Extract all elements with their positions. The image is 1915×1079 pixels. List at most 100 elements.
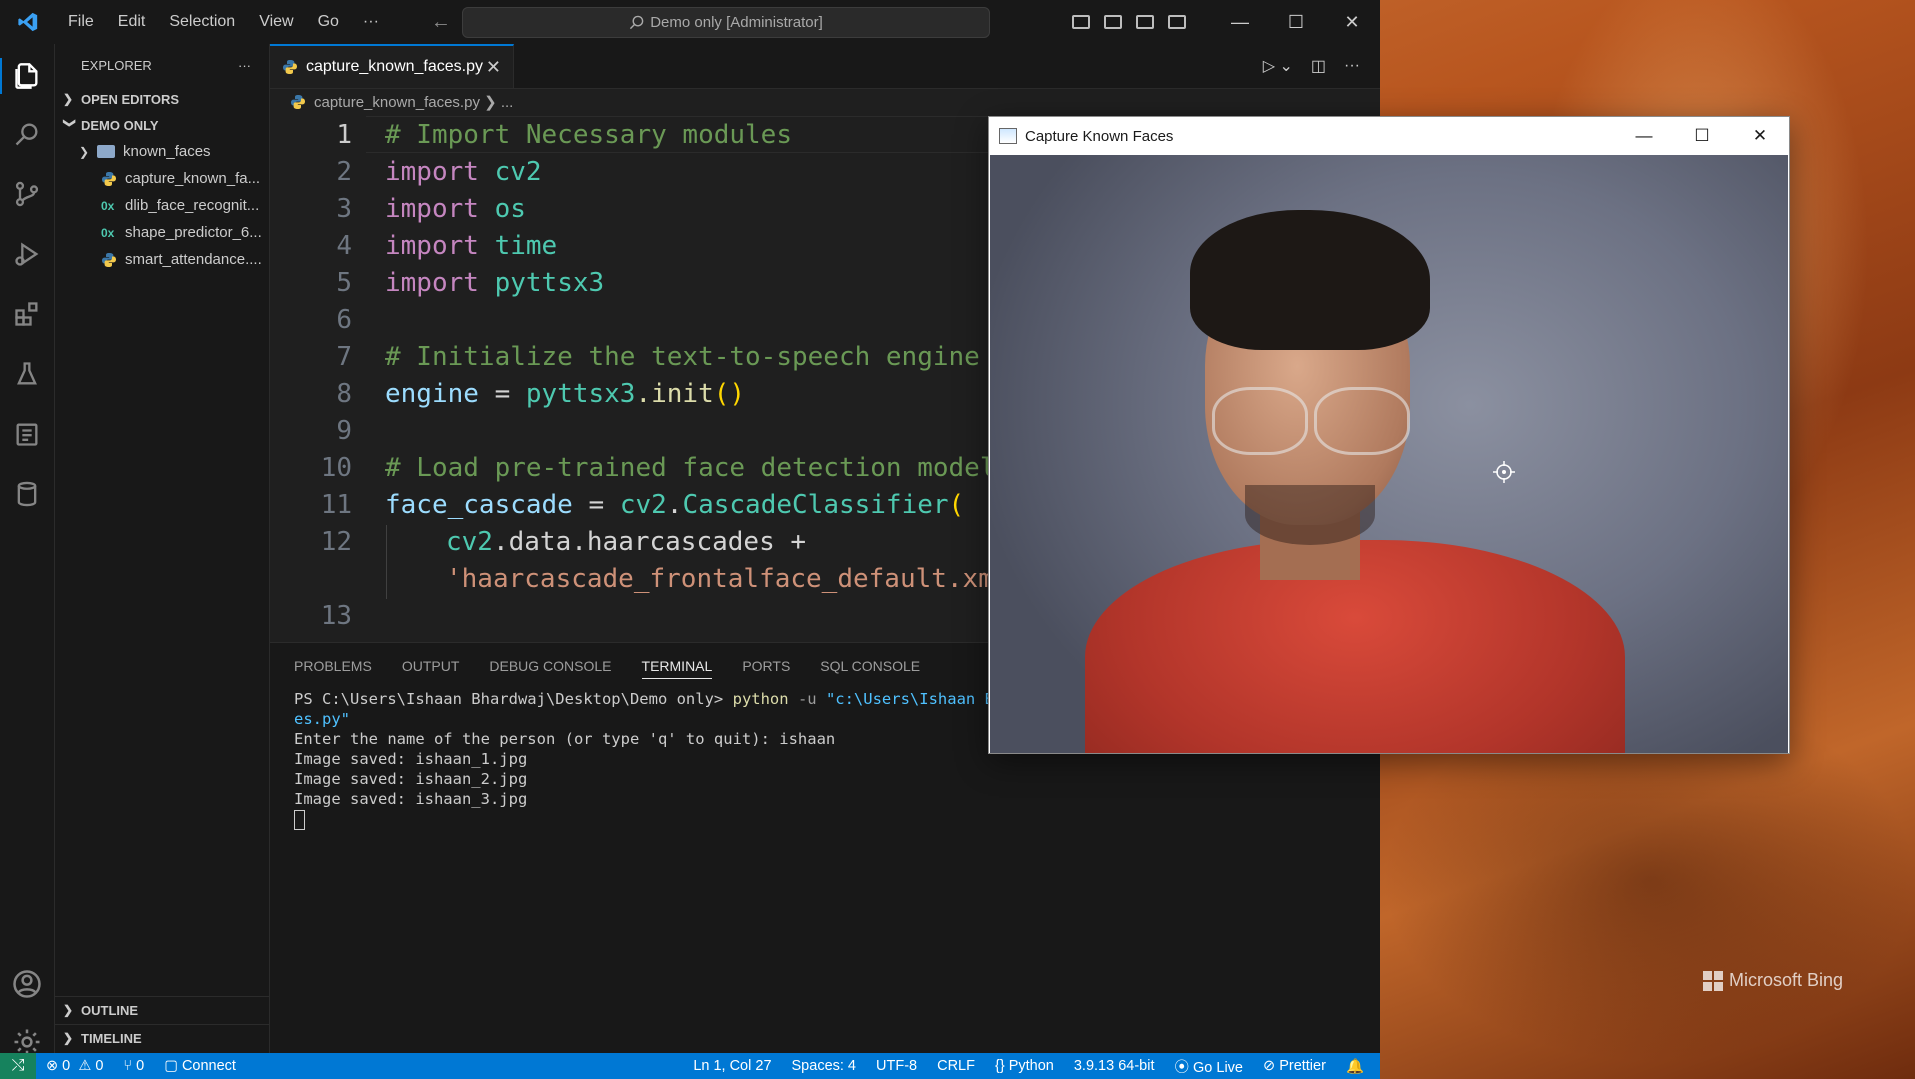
person-hair xyxy=(1190,210,1430,350)
line-number: 9 xyxy=(336,415,352,446)
toggle-secondary-sidebar-icon[interactable] xyxy=(1136,15,1154,29)
remote-explorer-icon[interactable] xyxy=(0,410,54,458)
code-keyword: import xyxy=(385,193,479,224)
line-number: 12 xyxy=(320,526,352,557)
tree-item-shape-predictor[interactable]: 0x shape_predictor_6... xyxy=(55,219,269,246)
chevron-right-icon: ❯ xyxy=(63,92,74,106)
terminal-cursor xyxy=(294,809,305,830)
notifications-bell-icon[interactable]: 🔔 xyxy=(1336,1058,1380,1075)
code-function: .init xyxy=(635,378,714,409)
explorer-title: EXPLORER xyxy=(81,57,152,73)
ports-indicator[interactable]: ⑂ 0 xyxy=(113,1058,154,1074)
tree-item-smart-attendance[interactable]: smart_attendance.... xyxy=(55,246,269,273)
terminal-cmd: python xyxy=(732,690,789,708)
python-interpreter[interactable]: 3.9.13 64-bit xyxy=(1064,1058,1165,1074)
testing-icon[interactable] xyxy=(0,350,54,398)
menu-selection[interactable]: Selection xyxy=(157,13,247,31)
code-module: time xyxy=(494,230,558,261)
app-window-icon xyxy=(999,128,1017,144)
menu-more[interactable]: ··· xyxy=(351,13,391,31)
tab-terminal[interactable]: TERMINAL xyxy=(641,653,713,679)
line-number: 11 xyxy=(320,489,352,520)
chevron-right-icon: ❯ xyxy=(79,144,90,159)
binary-file-icon: 0x xyxy=(101,225,115,240)
code-string: 'haarcascade_frontalface_default.xml' xyxy=(446,563,1026,594)
account-icon[interactable] xyxy=(0,960,54,1008)
python-file-icon xyxy=(102,171,116,186)
capture-minimize-button[interactable]: — xyxy=(1615,117,1673,155)
language-label: Python xyxy=(1008,1058,1054,1074)
run-debug-icon[interactable] xyxy=(0,230,54,278)
tree-item-capture-known-faces[interactable]: capture_known_fa... xyxy=(55,165,269,192)
code-operator: . xyxy=(666,489,683,520)
outline-label: OUTLINE xyxy=(81,1002,139,1018)
outline-section[interactable]: ❯ OUTLINE xyxy=(55,997,269,1023)
tab-capture-known-faces[interactable]: capture_known_faces.py ✕ xyxy=(270,44,514,88)
tab-label: capture_known_faces.py xyxy=(306,58,483,75)
line-number: 2 xyxy=(336,156,352,187)
timeline-section[interactable]: ❯ TIMELINE xyxy=(55,1025,269,1051)
customize-layout-icon[interactable] xyxy=(1168,15,1186,29)
breadcrumb-file[interactable]: capture_known_faces.py xyxy=(314,94,480,111)
tab-sql-console[interactable]: SQL CONSOLE xyxy=(820,658,920,674)
tab-output[interactable]: OUTPUT xyxy=(402,658,460,674)
tab-debug-console[interactable]: DEBUG CONSOLE xyxy=(489,658,611,674)
encoding[interactable]: UTF-8 xyxy=(866,1058,927,1074)
breadcrumb-symbol[interactable]: ... xyxy=(501,94,514,111)
open-editors-section[interactable]: ❯ OPEN EDITORS xyxy=(55,86,269,112)
explorer-icon[interactable] xyxy=(0,52,54,100)
tree-item-label: shape_predictor_6... xyxy=(125,224,262,241)
code-class: CascadeClassifier xyxy=(682,489,949,520)
remote-indicator-icon[interactable]: ⤭ xyxy=(0,1053,36,1079)
connect-button[interactable]: ▢ Connect xyxy=(154,1058,246,1074)
cursor-position[interactable]: Ln 1, Col 27 xyxy=(683,1058,781,1074)
menu-edit[interactable]: Edit xyxy=(106,13,158,31)
timeline-label: TIMELINE xyxy=(81,1030,142,1046)
maximize-button[interactable]: ☐ xyxy=(1268,12,1324,33)
workspace-section[interactable]: ❯ DEMO ONLY xyxy=(55,112,269,138)
tree-item-label: dlib_face_recognit... xyxy=(125,197,260,214)
command-center-search[interactable]: Demo only [Administrator] xyxy=(462,7,990,38)
indentation[interactable]: Spaces: 4 xyxy=(782,1058,867,1074)
prettier-button[interactable]: ⊘ Prettier xyxy=(1253,1058,1336,1074)
menu-go[interactable]: Go xyxy=(306,13,351,31)
end-of-line[interactable]: CRLF xyxy=(927,1058,985,1074)
vscode-logo-icon xyxy=(0,11,56,33)
go-live-label: Go Live xyxy=(1193,1059,1243,1076)
code-variable: engine xyxy=(385,378,479,409)
go-live-button[interactable]: ⦿ Go Live xyxy=(1164,1056,1253,1077)
back-arrow-icon[interactable]: ← xyxy=(431,11,451,34)
capture-close-button[interactable]: ✕ xyxy=(1731,117,1789,155)
code-comment: # Load pre-trained face detection model xyxy=(385,452,996,483)
tree-item-dlib-model[interactable]: 0x dlib_face_recognit... xyxy=(55,192,269,219)
code-paren: () xyxy=(713,378,746,409)
menu-file[interactable]: File xyxy=(56,13,106,31)
line-number: 4 xyxy=(336,230,352,261)
minimize-button[interactable]: — xyxy=(1212,12,1268,33)
tree-item-known-faces[interactable]: ❯ known_faces xyxy=(55,138,269,165)
tab-ports[interactable]: PORTS xyxy=(742,658,790,674)
problems-errors[interactable]: ⊗ 0 ⚠ 0 xyxy=(36,1058,113,1074)
code-attribute: .data.haarcascades + xyxy=(492,526,807,557)
chevron-right-icon: ❯ xyxy=(63,1031,74,1045)
tab-problems[interactable]: PROBLEMS xyxy=(294,658,372,674)
search-icon[interactable] xyxy=(0,110,54,158)
run-file-icon[interactable]: ▷ ⌄ xyxy=(1263,56,1293,76)
close-button[interactable]: ✕ xyxy=(1324,12,1380,33)
extensions-icon[interactable] xyxy=(0,290,54,338)
open-editors-label: OPEN EDITORS xyxy=(81,91,180,107)
line-number: 7 xyxy=(336,341,352,372)
explorer-more-actions-icon[interactable]: ··· xyxy=(238,58,251,73)
database-icon[interactable] xyxy=(0,470,54,518)
more-actions-icon[interactable]: ··· xyxy=(1344,57,1360,75)
code-comment: # Import Necessary modules xyxy=(385,119,792,150)
language-mode[interactable]: {} Python xyxy=(985,1058,1064,1074)
toggle-primary-sidebar-icon[interactable] xyxy=(1072,15,1090,29)
tree-item-label: capture_known_fa... xyxy=(125,170,261,187)
split-editor-icon[interactable]: ◫ xyxy=(1311,56,1326,76)
capture-maximize-button[interactable]: ☐ xyxy=(1673,117,1731,155)
menu-view[interactable]: View xyxy=(247,13,305,31)
toggle-panel-icon[interactable] xyxy=(1104,15,1122,29)
close-tab-icon[interactable]: ✕ xyxy=(486,57,501,78)
source-control-icon[interactable] xyxy=(0,170,54,218)
